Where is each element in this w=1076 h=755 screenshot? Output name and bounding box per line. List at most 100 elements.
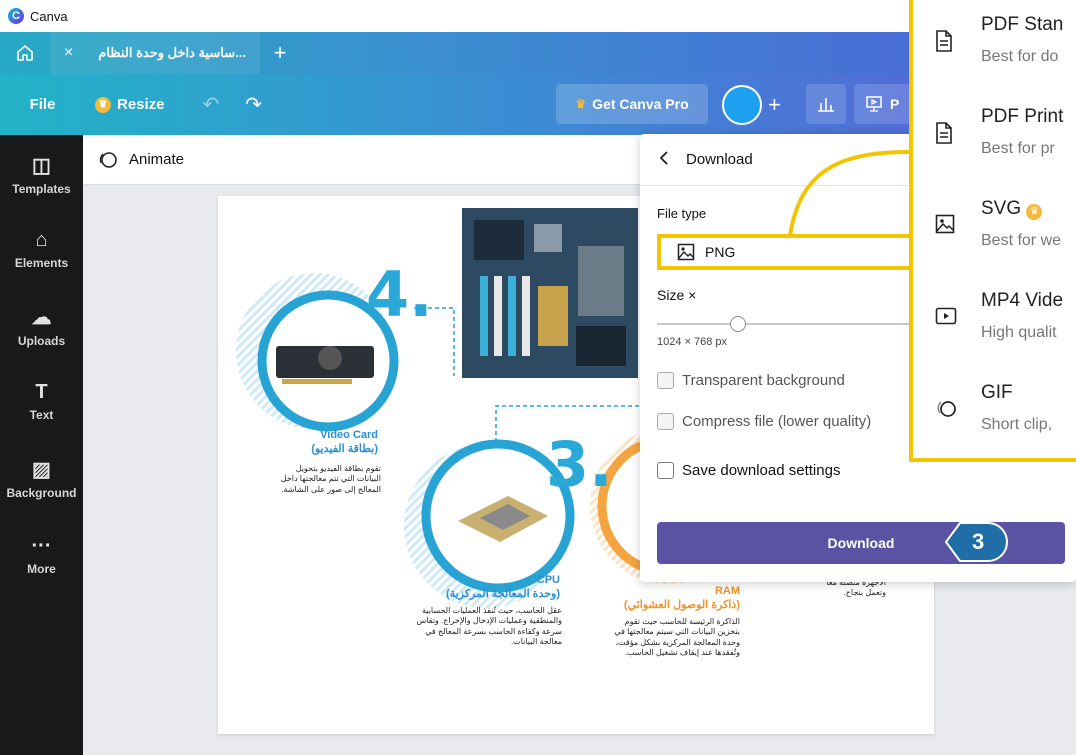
sidebar-item-label: Templates [12, 182, 71, 196]
step-badge: 3 [944, 519, 1008, 565]
transparent-background-label: Transparent background [682, 372, 845, 389]
window-title: Canva [30, 8, 68, 24]
save-settings-checkbox[interactable]: Save download settings [657, 462, 840, 479]
file-type-name: PDF Print [981, 106, 1064, 127]
background-icon: ▨ [32, 459, 51, 481]
share-plus-button[interactable]: + [768, 92, 781, 118]
file-type-name-text: SVG [981, 198, 1022, 219]
avatar[interactable] [722, 85, 762, 125]
file-type-description: High qualit [981, 324, 1057, 341]
file-menu-button[interactable]: File [0, 96, 85, 113]
chevron-left-icon [659, 150, 668, 165]
file-type-value: PNG [705, 244, 736, 260]
more-icon: ··· [31, 535, 52, 557]
present-label: P [890, 96, 900, 112]
file-type-label: File type [657, 206, 707, 221]
video-card-title: Video Card [320, 429, 378, 441]
file-type-option[interactable]: GIF Short clip, [913, 368, 1076, 458]
file-type-name: MP4 Vide [981, 290, 1064, 311]
file-type-option[interactable]: MP4 Vide High qualit [913, 276, 1076, 366]
insights-button[interactable] [806, 84, 846, 124]
file-type-select[interactable]: PNG [657, 234, 917, 270]
file-type-name: PDF Stan [981, 14, 1064, 35]
resize-label: Resize [117, 96, 165, 113]
size-value: 1024 × 768 px [657, 336, 728, 348]
size-label: Size × [657, 287, 697, 303]
cpu-title: CPU [536, 574, 560, 586]
document-icon [936, 122, 952, 144]
video-card-title-ar: (بطاقة الفيديو) [311, 443, 378, 455]
undo-icon: ↶ [202, 94, 220, 116]
tab-title: ...ساسية داخل وحدة النظام [98, 45, 246, 60]
compress-file-checkbox[interactable]: Compress file (lower quality) [657, 413, 871, 430]
transparent-background-checkbox[interactable]: Transparent background [657, 372, 845, 389]
size-slider-handle[interactable] [729, 316, 746, 332]
undo-button[interactable]: ↶ [203, 92, 220, 117]
sidebar-item-elements[interactable]: ⌂ Elements [0, 229, 83, 270]
video-icon [935, 307, 957, 325]
crown-icon: ♛ [1026, 203, 1043, 220]
compress-file-label: Compress file (lower quality) [682, 413, 872, 430]
cpu-title-ar: (وحدة المعالجة المركزية) [446, 588, 560, 600]
step-badge-number: 3 [972, 529, 985, 554]
crown-icon: ♛ [575, 97, 587, 111]
sidebar-item-text[interactable]: T Text [0, 381, 83, 422]
download-panel-title: Download [686, 151, 753, 168]
checkbox-box [657, 462, 674, 479]
canva-logo-icon: C [8, 8, 24, 24]
animate-label: Animate [129, 151, 185, 168]
file-type-list: PDF Stan Best for do PDF Print Best for … [909, 0, 1076, 462]
sidebar-item-templates[interactable]: ◫ Templates [0, 153, 83, 196]
back-button[interactable] [658, 150, 670, 170]
motherboard-image [462, 208, 638, 378]
step-number-4: 4. [366, 258, 433, 331]
sidebar-item-label: More [27, 562, 56, 576]
present-icon [866, 96, 882, 112]
get-pro-label: Get Canva Pro [592, 96, 689, 112]
size-slider-track[interactable] [657, 323, 917, 325]
sidebar-item-label: Text [29, 408, 54, 422]
sidebar-item-label: Uploads [17, 334, 66, 348]
document-icon [936, 30, 952, 52]
home-icon [17, 45, 33, 61]
sidebar-item-uploads[interactable]: ☁ Uploads [0, 305, 83, 348]
bar-chart-icon [818, 98, 834, 112]
file-type-option[interactable]: SVG ♛ Best for we [913, 184, 1076, 274]
text-icon: T [35, 381, 48, 403]
sidebar-item-label: Elements [14, 256, 69, 270]
file-type-option[interactable]: PDF Stan Best for do [913, 0, 1076, 90]
ram-title-ar: (ذاكرة الوصول العشوائي) [623, 599, 740, 611]
file-type-description: Best for do [981, 48, 1059, 65]
animate-icon [99, 151, 117, 168]
get-canva-pro-button[interactable]: ♛ Get Canva Pro [556, 84, 708, 124]
image-icon [935, 214, 955, 234]
ram-description: الذاكرة الرئيسة للحاسب حيث تقوم بتخزين ا… [614, 617, 740, 658]
elements-icon: ⌂ [35, 229, 48, 251]
tab-close-button[interactable]: × [64, 44, 73, 62]
cpu-description: عقل الحاسب، حيث تُنفذ العمليات الحسابية … [416, 606, 562, 647]
present-button[interactable]: P [854, 84, 910, 124]
sidebar-item-background[interactable]: ▨ Background [0, 457, 83, 500]
redo-button[interactable]: ↷ [245, 92, 262, 117]
gif-icon [937, 401, 956, 417]
animate-button[interactable]: Animate [97, 149, 184, 171]
checkbox-box [657, 413, 674, 430]
file-type-description: Best for we [981, 232, 1062, 249]
sidebar: ◫ Templates ⌂ Elements ☁ Uploads T Text … [0, 135, 83, 755]
file-type-name: SVG ♛ [981, 198, 1043, 220]
resize-button[interactable]: ♛ Resize [95, 96, 165, 113]
save-settings-label: Save download settings [682, 462, 841, 479]
file-type-option[interactable]: PDF Print Best for pr [913, 92, 1076, 182]
new-tab-button[interactable]: + [260, 40, 300, 66]
uploads-icon: ☁ [31, 307, 52, 329]
sidebar-item-label: Background [6, 486, 77, 500]
ram-title: RAM [714, 585, 740, 597]
file-type-description: Best for pr [981, 140, 1055, 157]
image-icon [677, 243, 695, 261]
checkbox-box [657, 372, 674, 389]
home-button[interactable] [0, 32, 50, 74]
video-card-description: تقوم بطاقة الفيديو بتحويل البيانات التي … [280, 464, 381, 494]
step-number-3: 3. [546, 428, 613, 501]
sidebar-item-more[interactable]: ··· More [0, 535, 83, 576]
tab-document[interactable]: ...ساسية داخل وحدة النظام × [50, 32, 260, 74]
